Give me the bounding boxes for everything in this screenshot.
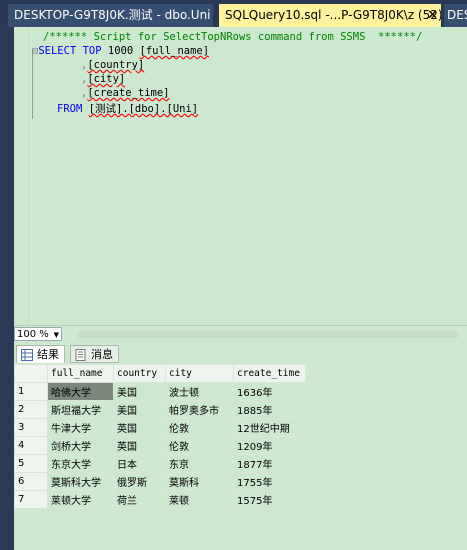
table-row[interactable]: 2 斯坦福大学 美国 帕罗奥多市 1885年	[14, 400, 306, 419]
grid-cell[interactable]: 剑桥大学	[47, 436, 114, 455]
grid-cell[interactable]: 俄罗斯	[113, 472, 166, 491]
tab-messages[interactable]: 消息	[70, 345, 119, 363]
grid-cell[interactable]: 英国	[113, 436, 166, 455]
grid-cell[interactable]: 1575年	[233, 490, 306, 509]
tab-overflow[interactable]: DESK	[444, 4, 467, 27]
grid-cell[interactable]: 莫斯科大学	[47, 472, 114, 491]
grid-cell[interactable]: 荷兰	[113, 490, 166, 509]
sql-editor[interactable]: /****** Script for SelectTopNRows comman…	[14, 27, 467, 325]
row-number[interactable]: 1	[14, 382, 48, 401]
code-line-2: ⊟SELECT TOP 1000 [full_name]	[32, 45, 209, 57]
column-country: [country]	[87, 59, 145, 71]
table-row[interactable]: 6 莫斯科大学 俄罗斯 莫斯科 1755年	[14, 472, 306, 491]
grid-cell[interactable]: 1877年	[233, 454, 306, 473]
table-row[interactable]: 1 哈佛大学 美国 波士顿 1636年	[14, 382, 306, 401]
tab-messages-label: 消息	[91, 348, 113, 361]
grid-cell[interactable]: 东京大学	[47, 454, 114, 473]
results-panel: full_name country city create_time 1 哈佛大学…	[14, 364, 467, 550]
message-icon	[75, 349, 86, 361]
zoom-select[interactable]: 100 % ▼	[14, 327, 62, 341]
table-row[interactable]: 5 东京大学 日本 东京 1877年	[14, 454, 306, 473]
tab-label: DESK	[447, 8, 467, 22]
grid-cell[interactable]: 莱顿	[165, 490, 234, 509]
grid-cell[interactable]: 美国	[113, 382, 166, 401]
code-line-4: ,[city]	[81, 73, 126, 85]
code-line-6: FROM [测试].[dbo].[Uni]	[57, 101, 198, 116]
horizontal-scrollbar[interactable]	[78, 331, 458, 338]
code-line-1: /****** Script for SelectTopNRows comman…	[43, 31, 422, 43]
grid-cell[interactable]: 12世纪中期	[233, 418, 306, 437]
table-row[interactable]: 7 莱顿大学 荷兰 莱顿 1575年	[14, 490, 306, 509]
close-icon[interactable]: ✕	[427, 4, 438, 27]
grid-cell[interactable]: 1209年	[233, 436, 306, 455]
table-row[interactable]: 4 剑桥大学 英国 伦敦 1209年	[14, 436, 306, 455]
grid-cell[interactable]: 美国	[113, 400, 166, 419]
code-line-3: ,[country]	[81, 59, 145, 71]
grid-cell[interactable]: 1636年	[233, 382, 306, 401]
grid-cell[interactable]: 莱顿大学	[47, 490, 114, 509]
column-header[interactable]: create_time	[233, 364, 306, 383]
tab-label: SQLQuery10.sql -...P-G9T8J0K\z (52))	[225, 8, 441, 22]
grid-cell[interactable]: 日本	[113, 454, 166, 473]
row-number[interactable]: 4	[14, 436, 48, 455]
column-header[interactable]: country	[113, 364, 166, 383]
tab-results[interactable]: 结果	[16, 345, 65, 363]
row-number[interactable]: 5	[14, 454, 48, 473]
grid-cell[interactable]: 帕罗奥多市	[165, 400, 234, 419]
grid-cell[interactable]: 1755年	[233, 472, 306, 491]
grid-header-row: full_name country city create_time	[14, 364, 306, 383]
row-number[interactable]: 3	[14, 418, 48, 437]
grid-corner[interactable]	[14, 364, 48, 383]
tab-sqlquery10[interactable]: SQLQuery10.sql -...P-G9T8J0K\z (52)) ✕	[219, 4, 441, 27]
grid-cell[interactable]: 波士顿	[165, 382, 234, 401]
code-line-5: ,[create_time]	[81, 87, 170, 99]
zoom-bar: 100 % ▼	[14, 325, 467, 343]
keyword-top: TOP	[82, 45, 102, 57]
grid-cell[interactable]: 英国	[113, 418, 166, 437]
column-create-time: [create_time]	[87, 87, 170, 99]
results-grid: full_name country city create_time 1 哈佛大学…	[14, 364, 306, 509]
column-header[interactable]: full_name	[47, 364, 114, 383]
document-tab-bar: DESKTOP-G9T8J0K.测试 - dbo.Uni SQLQuery10.…	[0, 0, 467, 27]
tab-table-uni[interactable]: DESKTOP-G9T8J0K.测试 - dbo.Uni	[8, 4, 213, 27]
column-full-name: [full_name]	[139, 45, 210, 57]
grid-cell[interactable]: 伦敦	[165, 418, 234, 437]
grid-cell[interactable]: 1885年	[233, 400, 306, 419]
column-city: [city]	[87, 73, 126, 85]
tab-results-label: 结果	[37, 348, 59, 361]
top-number: 1000	[107, 45, 134, 57]
code-comment: /****** Script for SelectTopNRows comman…	[43, 31, 423, 43]
table-row[interactable]: 3 牛津大学 英国 伦敦 12世纪中期	[14, 418, 306, 437]
grid-cell[interactable]: 牛津大学	[47, 418, 114, 437]
tab-label: DESKTOP-G9T8J0K.测试 - dbo.Uni	[14, 8, 211, 22]
keyword-from: FROM	[57, 103, 83, 115]
grid-cell[interactable]: 东京	[165, 454, 234, 473]
grid-cell[interactable]: 莫斯科	[165, 472, 234, 491]
editor-margin	[14, 27, 29, 325]
left-panel-edge	[0, 27, 14, 550]
grid-cell[interactable]: 哈佛大学	[47, 382, 114, 401]
row-number[interactable]: 2	[14, 400, 48, 419]
result-tab-bar: 结果 消息	[14, 342, 467, 365]
column-header[interactable]: city	[165, 364, 234, 383]
chevron-down-icon[interactable]: ▼	[54, 328, 59, 342]
outline-guide	[32, 49, 33, 119]
row-number[interactable]: 6	[14, 472, 48, 491]
row-number[interactable]: 7	[14, 490, 48, 509]
grid-icon	[21, 349, 33, 361]
grid-cell[interactable]: 斯坦福大学	[47, 400, 114, 419]
zoom-value: 100 %	[17, 329, 49, 340]
table-reference: [测试].[dbo].[Uni]	[88, 103, 199, 115]
grid-cell[interactable]: 伦敦	[165, 436, 234, 455]
keyword-select: SELECT	[38, 45, 77, 57]
